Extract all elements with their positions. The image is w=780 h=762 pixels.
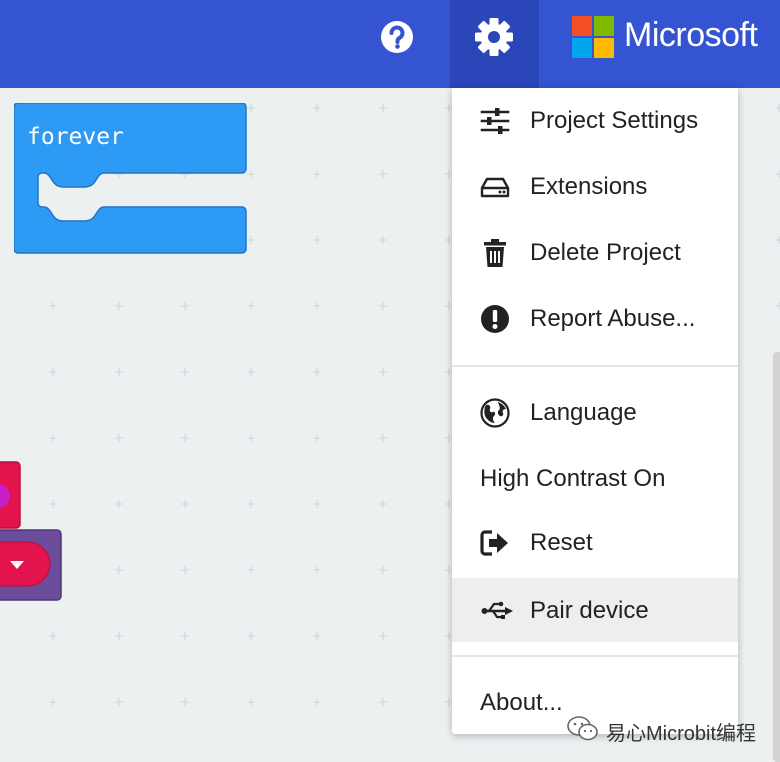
usb-icon <box>481 601 513 619</box>
partial-blocks[interactable] <box>0 460 64 604</box>
menu-divider <box>452 655 738 657</box>
menu-item-label: Language <box>530 399 637 426</box>
help-button[interactable] <box>379 19 415 55</box>
watermark-text: 易心Microbit编程 <box>606 723 757 745</box>
sliders-icon <box>480 108 510 134</box>
microsoft-logo-icon <box>572 16 614 58</box>
top-navbar: Microsoft <box>0 0 780 88</box>
workspace-scrollbar[interactable] <box>773 352 780 762</box>
menu-item-reset[interactable]: Reset <box>452 510 738 574</box>
menu-item-label: Extensions <box>530 173 648 200</box>
forever-block-label: forever <box>27 124 124 150</box>
menu-item-pair-device[interactable]: Pair device <box>452 578 738 642</box>
drive-icon <box>480 177 510 198</box>
exclamation-circle-icon <box>481 305 509 333</box>
menu-item-project-settings[interactable]: Project Settings <box>452 88 738 152</box>
settings-button[interactable] <box>450 0 539 88</box>
menu-item-label: About... <box>480 689 563 716</box>
microsoft-brand-text: Microsoft <box>624 16 758 54</box>
menu-item-high-contrast[interactable]: High Contrast On <box>452 446 738 510</box>
menu-item-label: Project Settings <box>530 107 699 134</box>
question-circle-icon <box>381 21 413 53</box>
gear-icon <box>475 18 513 56</box>
menu-item-language[interactable]: Language <box>452 380 738 444</box>
globe-icon <box>480 398 510 428</box>
menu-item-label: High Contrast On <box>480 465 666 492</box>
wechat-logo-icon <box>567 716 598 741</box>
sign-out-icon <box>480 530 508 556</box>
settings-menu: Project Settings Extensions Delete Proje… <box>452 88 738 734</box>
trash-icon <box>484 239 506 267</box>
menu-item-report-abuse[interactable]: Report Abuse... <box>452 286 738 350</box>
menu-item-label: Pair device <box>530 597 649 624</box>
menu-item-label: Report Abuse... <box>530 305 696 332</box>
menu-item-extensions[interactable]: Extensions <box>452 154 738 218</box>
menu-divider <box>452 365 738 367</box>
menu-item-label: Delete Project <box>530 239 681 266</box>
menu-item-label: Reset <box>530 529 593 556</box>
menu-item-delete-project[interactable]: Delete Project <box>452 220 738 284</box>
